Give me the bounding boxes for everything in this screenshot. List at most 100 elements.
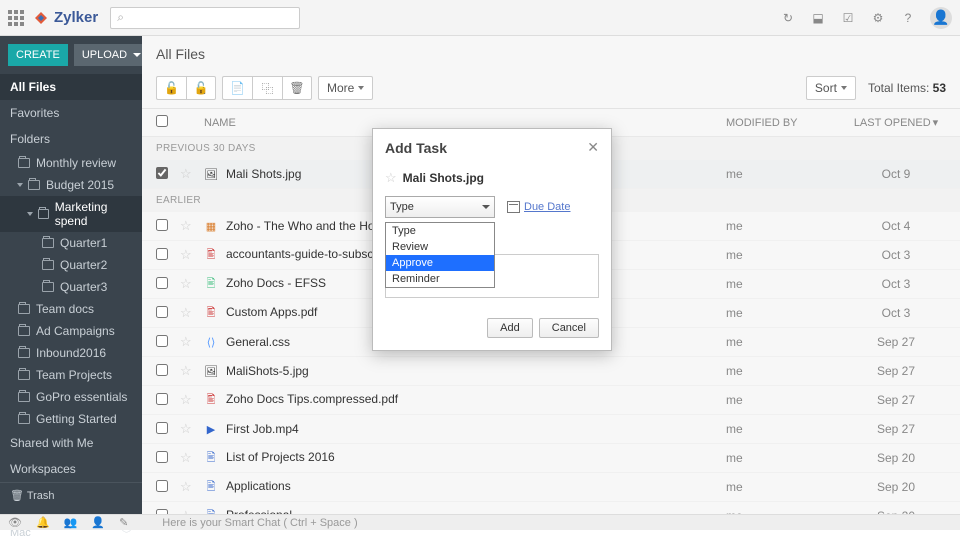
star-icon[interactable]: ☆ [180, 392, 192, 407]
folder-team-docs[interactable]: Team docs [0, 298, 142, 320]
folder-team-projects[interactable]: Team Projects [0, 364, 142, 386]
file-row[interactable]: ☆▶First Job.mp4meSep 27 [142, 415, 960, 444]
star-icon[interactable]: ☆ [180, 305, 192, 320]
cancel-button[interactable]: Cancel [539, 318, 599, 338]
add-button[interactable]: Add [487, 318, 533, 338]
type-option-reminder[interactable]: Reminder [386, 271, 494, 287]
row-checkbox[interactable] [156, 277, 168, 289]
video-icon: ▶ [204, 422, 218, 436]
chat-icon[interactable]: ✎ [119, 516, 128, 529]
star-icon[interactable]: ☆ [180, 247, 192, 262]
share-ext-button[interactable]: 🔓̣ [186, 76, 216, 100]
dropbox-icon[interactable]: ⬓ [810, 10, 826, 26]
folder-quarter3[interactable]: Quarter3 [0, 276, 142, 298]
sidebar-favorites[interactable]: Favorites [0, 100, 142, 126]
folder-icon [18, 414, 30, 424]
search-box[interactable]: ⌕ [110, 7, 300, 29]
contacts-icon[interactable]: 👥 [64, 516, 78, 529]
sort-label: Sort [815, 81, 837, 95]
sidebar-trash[interactable]: 🗑 Trash [0, 483, 142, 508]
sidebar-shared[interactable]: Shared with Me [0, 430, 142, 456]
footer-bar: 👁 🔔 👥 👤 ✎ Here is your Smart Chat ( Ctrl… [0, 514, 960, 530]
share-button[interactable]: 🔓 [156, 76, 186, 100]
pdf-icon: 🖺 [204, 307, 218, 321]
folder-monthly-review[interactable]: Monthly review [0, 152, 142, 174]
folder-marketing-spend[interactable]: Marketing spend [0, 196, 142, 232]
folder-budget-2015[interactable]: Budget 2015 [0, 174, 142, 196]
sort-button[interactable]: Sort [806, 76, 856, 100]
folder-ad-campaigns[interactable]: Ad Campaigns [0, 320, 142, 342]
row-checkbox[interactable] [156, 364, 168, 376]
upload-button[interactable]: UPLOAD [74, 44, 149, 66]
modal-title: Add Task [385, 140, 447, 156]
move-button[interactable]: 📄 [222, 76, 252, 100]
folder-label: Marketing spend [55, 200, 132, 228]
file-row[interactable]: ☆🖹List of Projects 2016meSep 20 [142, 444, 960, 473]
close-icon[interactable]: ✕ [587, 139, 599, 156]
apps-grid-icon[interactable] [8, 10, 24, 26]
row-checkbox[interactable] [156, 167, 168, 179]
sidebar-all-files[interactable]: All Files [0, 74, 142, 100]
help-icon[interactable]: ? [900, 10, 916, 26]
file-modified-by: me [726, 277, 846, 291]
file-row[interactable]: ☆🖹ApplicationsmeSep 20 [142, 473, 960, 502]
star-icon[interactable]: ☆ [180, 363, 192, 378]
notify-icon[interactable]: 🔔 [36, 516, 50, 529]
folder-icon [18, 158, 30, 168]
row-checkbox[interactable] [156, 451, 168, 463]
row-checkbox[interactable] [156, 248, 168, 260]
type-option-review[interactable]: Review [386, 239, 494, 255]
star-icon[interactable]: ☆ [180, 421, 192, 436]
star-icon[interactable]: ☆ [180, 166, 192, 181]
file-row[interactable]: ☆🖹ProfessionalmeSep 20 [142, 502, 960, 514]
star-icon[interactable]: ☆ [180, 334, 192, 349]
folder-gopro-essentials[interactable]: GoPro essentials [0, 386, 142, 408]
star-icon[interactable]: ☆ [180, 276, 192, 291]
row-checkbox[interactable] [156, 306, 168, 318]
copy-button[interactable]: ⿻ [252, 76, 282, 100]
user-icon[interactable]: 👤 [91, 516, 105, 529]
more-button[interactable]: More [318, 76, 373, 100]
sync-icon[interactable]: ↻ [780, 10, 796, 26]
star-icon[interactable]: ☆ [180, 218, 192, 233]
sidebar-folders-header[interactable]: Folders [0, 126, 142, 152]
presence-icon[interactable]: 👁 [8, 516, 22, 529]
sidebar-workspaces[interactable]: Workspaces [0, 456, 142, 482]
folder-inbound2016[interactable]: Inbound2016 [0, 342, 142, 364]
brand-logo[interactable]: Zylker [32, 9, 98, 27]
star-icon[interactable]: ☆ [180, 450, 192, 465]
brand-name: Zylker [54, 9, 98, 26]
row-checkbox[interactable] [156, 480, 168, 492]
folder-quarter2[interactable]: Quarter2 [0, 254, 142, 276]
create-button[interactable]: CREATE [8, 44, 68, 66]
row-checkbox[interactable] [156, 219, 168, 231]
row-checkbox[interactable] [156, 422, 168, 434]
delete-button[interactable]: 🗑 [282, 76, 312, 100]
select-all-checkbox[interactable] [156, 115, 168, 127]
settings-icon[interactable]: ⚙ [870, 10, 886, 26]
type-option-approve[interactable]: Approve [386, 255, 494, 271]
folder-label: Team Projects [36, 368, 112, 382]
search-input[interactable] [128, 11, 293, 25]
row-checkbox[interactable] [156, 393, 168, 405]
file-row[interactable]: ☆🖺Zoho Docs Tips.compressed.pdfmeSep 27 [142, 386, 960, 415]
col-name[interactable]: NAME [204, 117, 726, 129]
star-icon[interactable]: ☆ [180, 479, 192, 494]
row-checkbox[interactable] [156, 335, 168, 347]
search-icon: ⌕ [117, 10, 124, 25]
file-row[interactable]: ☆🖼MaliShots-5.jpgmeSep 27 [142, 357, 960, 386]
col-modified-by[interactable]: MODIFIED BY [726, 117, 846, 129]
user-avatar[interactable]: 👤 [930, 7, 952, 29]
tasks-icon[interactable]: ☑ [840, 10, 856, 26]
type-select[interactable]: Type [385, 196, 495, 218]
file-modified-by: me [726, 480, 846, 494]
folder-label: Quarter3 [60, 280, 107, 294]
file-modified-by: me [726, 393, 846, 407]
file-name: Applications [226, 479, 291, 493]
due-date-link[interactable]: Due Date [507, 201, 570, 213]
col-last-opened[interactable]: LAST OPENED▾ [846, 116, 946, 129]
folder-quarter1[interactable]: Quarter1 [0, 232, 142, 254]
type-option-type[interactable]: Type [386, 223, 494, 239]
star-icon[interactable]: ☆ [385, 170, 397, 186]
folder-getting-started[interactable]: Getting Started [0, 408, 142, 430]
